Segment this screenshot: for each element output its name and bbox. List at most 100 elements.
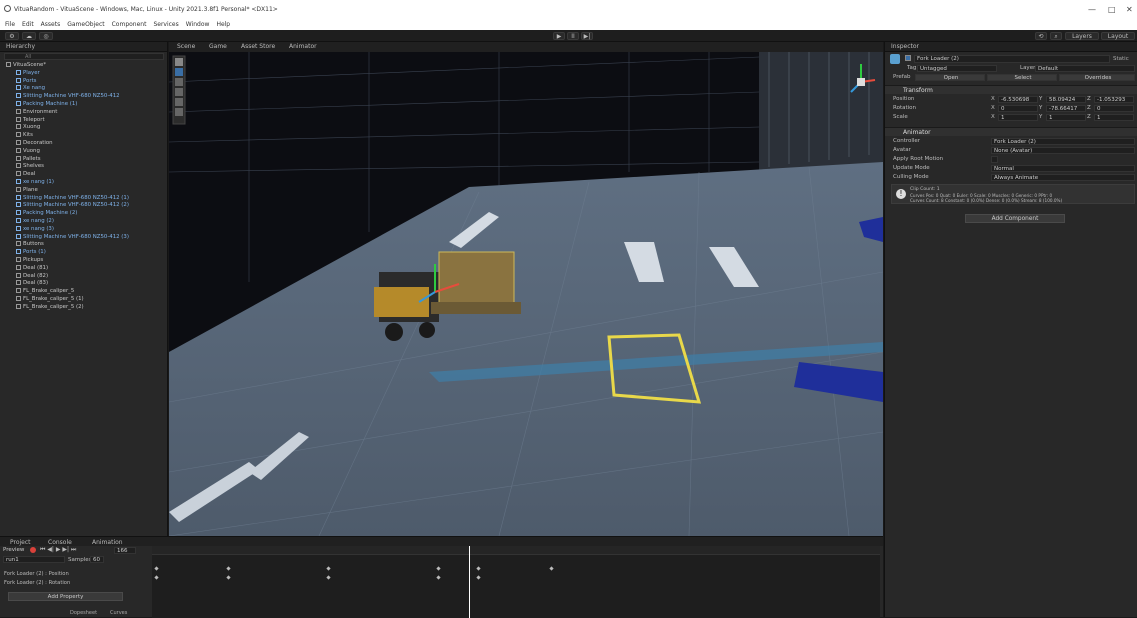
play-button[interactable]: ▶ — [553, 32, 565, 40]
animator-field[interactable]: None (Avatar) — [991, 147, 1135, 154]
search-icon[interactable]: ⌕ — [1050, 32, 1062, 40]
hierarchy-item[interactable]: Ports — [16, 77, 37, 85]
pause-button[interactable]: II — [567, 32, 579, 40]
account-button[interactable]: ⚙ — [5, 32, 19, 40]
hierarchy-item[interactable]: Teleport — [16, 116, 45, 124]
keyframe[interactable] — [436, 566, 441, 571]
animator-field[interactable]: Normal — [991, 165, 1135, 172]
transform-y-field[interactable]: -78.66417 — [1046, 105, 1086, 112]
layer-dropdown[interactable]: Default — [1035, 65, 1135, 72]
apply-root-motion-checkbox[interactable] — [991, 156, 998, 163]
hierarchy-item[interactable]: Slitting Machine VHF-680 NZ50-412 — [16, 93, 120, 100]
clip-dropdown[interactable]: run1 — [3, 556, 65, 563]
tab-console[interactable]: Console — [48, 539, 72, 546]
animated-property[interactable]: Fork Loader (2) : Position — [4, 571, 69, 577]
hierarchy-item[interactable]: Deal (82) — [16, 272, 48, 280]
minimize-button[interactable]: — — [1088, 5, 1096, 14]
keyframe[interactable] — [549, 566, 554, 571]
layout-dropdown[interactable]: Layout — [1101, 32, 1135, 40]
menu-file[interactable]: File — [5, 20, 15, 30]
prefab-overrides-button[interactable]: Overrides — [1059, 74, 1135, 81]
object-name-field[interactable]: Fork Loader (2) — [914, 55, 1110, 63]
tab-dopesheet[interactable]: Dopesheet — [70, 610, 97, 616]
frame-field[interactable]: 166 — [114, 547, 136, 554]
layers-dropdown[interactable]: Layers — [1065, 32, 1099, 40]
step-button[interactable]: ▶| — [581, 32, 593, 40]
tab-animator[interactable]: Animator — [289, 43, 317, 50]
transform-y-field[interactable]: 58.09424 — [1046, 96, 1086, 103]
hierarchy-item[interactable]: Ports (1) — [16, 249, 46, 256]
transform-z-field[interactable]: 0 — [1094, 105, 1134, 112]
hierarchy-item[interactable]: Slitting Machine VHF-680 NZ50-412 (2) — [16, 202, 129, 209]
collab-button[interactable]: ◎ — [39, 32, 53, 40]
add-component-button[interactable]: Add Component — [965, 214, 1065, 223]
keyframe[interactable] — [154, 575, 159, 580]
keyframe[interactable] — [476, 566, 481, 571]
menu-assets[interactable]: Assets — [41, 20, 61, 30]
tab-curves[interactable]: Curves — [110, 610, 127, 616]
prefab-open-button[interactable]: Open — [915, 74, 985, 81]
cloud-button[interactable]: ☁ — [22, 32, 36, 40]
hierarchy-item[interactable]: Vuong — [16, 147, 40, 155]
hierarchy-item[interactable]: VituaScene* — [6, 62, 46, 69]
hierarchy-item[interactable]: Kits — [16, 132, 33, 139]
menu-window[interactable]: Window — [186, 20, 210, 30]
transform-y-field[interactable]: 1 — [1046, 114, 1086, 121]
hierarchy-item[interactable]: Shelves — [16, 163, 44, 170]
playhead[interactable] — [469, 546, 470, 618]
hierarchy-item[interactable]: FL_Brake_caliper_5 (1) — [16, 296, 84, 303]
tab-animation[interactable]: Animation — [92, 539, 123, 546]
hierarchy-item[interactable]: Deal (81) — [16, 264, 48, 272]
animator-field[interactable]: Always Animate — [991, 174, 1135, 181]
hierarchy-item[interactable]: Slitting Machine VHF-680 NZ50-412 (1) — [16, 194, 129, 202]
keyframe[interactable] — [226, 575, 231, 580]
keyframe[interactable] — [226, 566, 231, 571]
maximize-button[interactable]: □ — [1108, 5, 1116, 14]
timeline-ruler[interactable] — [152, 546, 880, 555]
playback-controls[interactable]: ⏮ ◀| ▶ ▶| ⏭ — [40, 546, 76, 554]
keyframe[interactable] — [326, 575, 331, 580]
keyframe[interactable] — [154, 566, 159, 571]
hierarchy-item[interactable]: Packing Machine (1) — [16, 101, 77, 108]
prefab-select-button[interactable]: Select — [987, 74, 1057, 81]
keyframe[interactable] — [436, 575, 441, 580]
transform-z-field[interactable]: -1.053293 — [1094, 96, 1134, 103]
hierarchy-item[interactable]: Xe nang — [16, 85, 45, 92]
scene-view[interactable] — [169, 52, 883, 536]
menu-help[interactable]: Help — [216, 20, 230, 30]
hierarchy-item[interactable]: Buttons — [16, 241, 44, 248]
menu-edit[interactable]: Edit — [22, 20, 34, 30]
record-button[interactable] — [30, 547, 36, 553]
hierarchy-item[interactable]: Deal (83) — [16, 280, 48, 287]
transform-x-field[interactable]: 1 — [998, 114, 1038, 121]
tab-project[interactable]: Project — [10, 539, 31, 546]
tab-scene[interactable]: Scene — [177, 43, 195, 50]
menu-component[interactable]: Component — [112, 20, 147, 30]
hierarchy-item[interactable]: xe nang (1) — [16, 179, 54, 186]
hierarchy-item[interactable]: Plane — [16, 186, 38, 194]
preview-toggle[interactable]: Preview — [3, 547, 24, 553]
tab-game[interactable]: Game — [209, 43, 227, 50]
transform-z-field[interactable]: 1 — [1094, 114, 1134, 121]
animator-field[interactable]: Fork Loader (2) — [991, 138, 1135, 145]
menu-services[interactable]: Services — [153, 20, 178, 30]
keyframe[interactable] — [476, 575, 481, 580]
hierarchy-item[interactable]: xe nang (2) — [16, 218, 54, 225]
hierarchy-item[interactable]: Packing Machine (2) — [16, 210, 77, 217]
hierarchy-item[interactable]: Player — [16, 69, 40, 77]
hierarchy-item[interactable]: Slitting Machine VHF-680 NZ50-412 (3) — [16, 233, 129, 241]
menu-gameobject[interactable]: GameObject — [67, 20, 104, 30]
hierarchy-item[interactable]: Pallets — [16, 155, 41, 163]
hierarchy-item[interactable]: Pickups — [16, 257, 43, 264]
active-checkbox[interactable] — [905, 55, 911, 61]
add-property-button[interactable]: Add Property — [8, 592, 123, 601]
close-button[interactable]: ✕ — [1126, 5, 1133, 14]
keyframe[interactable] — [326, 566, 331, 571]
animator-header[interactable]: Animator — [885, 127, 1137, 136]
tool-palette[interactable] — [172, 55, 186, 125]
transform-x-field[interactable]: -6.530698 — [998, 96, 1038, 103]
hierarchy-item[interactable]: Decoration — [16, 140, 53, 147]
hierarchy-tab[interactable]: Hierarchy — [6, 43, 35, 50]
hierarchy-item[interactable]: Xuong — [16, 124, 40, 131]
hierarchy-item[interactable]: FL_Brake_caliper_5 — [16, 288, 74, 295]
